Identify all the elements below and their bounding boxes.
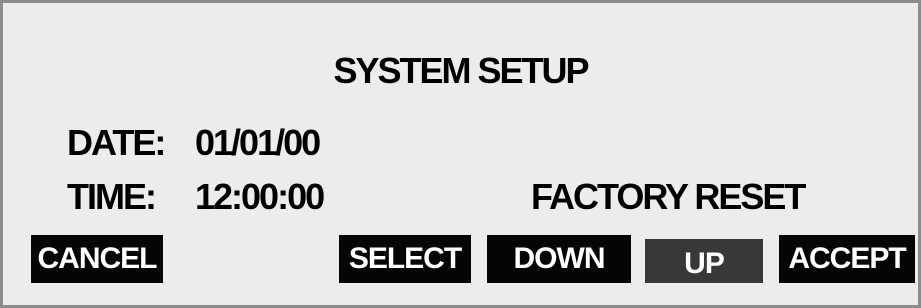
up-button[interactable]: UP [645, 239, 763, 283]
time-value[interactable]: 12:00:00 [195, 175, 325, 219]
screen-title: SYSTEM SETUP [333, 50, 589, 91]
select-button[interactable]: SELECT [339, 235, 471, 283]
factory-reset-option[interactable]: FACTORY RESET [531, 175, 806, 219]
date-value[interactable]: 01/01/00 [195, 121, 321, 165]
date-label: DATE: [67, 122, 166, 163]
system-setup-panel: SYSTEM SETUP DATE: 01/01/00 TIME: 12:00:… [0, 0, 921, 308]
accept-button[interactable]: ACCEPT [779, 235, 915, 283]
down-button[interactable]: DOWN [487, 235, 631, 283]
time-label: TIME: [67, 176, 157, 217]
cancel-button[interactable]: CANCEL [31, 235, 163, 283]
